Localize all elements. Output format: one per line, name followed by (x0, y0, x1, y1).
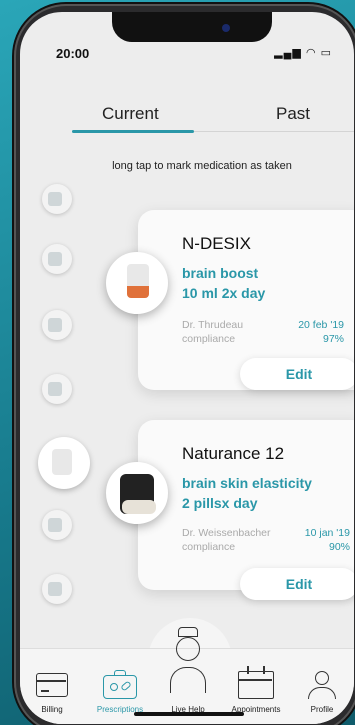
rail-thumbnail[interactable] (42, 184, 72, 214)
rail-thumbnail-selected[interactable] (38, 437, 90, 489)
tab-divider (194, 131, 354, 132)
nav-label: Billing (41, 705, 63, 714)
prescription-date: 20 feb '19 (298, 319, 344, 331)
rail-thumbnail[interactable] (42, 510, 72, 540)
nav-prescriptions[interactable]: Prescriptions (86, 649, 152, 719)
calendar-icon (238, 666, 274, 699)
instruction-text: long tap to mark medication as taken (112, 160, 292, 172)
edit-button[interactable]: Edit (240, 568, 354, 600)
user-icon (308, 671, 336, 701)
pill-icon (48, 318, 62, 332)
camera-icon (222, 24, 230, 32)
prescription-date: 10 jan '19 (304, 527, 350, 539)
bottle-icon (52, 449, 72, 475)
rail-thumbnail[interactable] (42, 574, 72, 604)
pills-icon (122, 500, 156, 514)
pill-icon (48, 582, 62, 596)
first-aid-kit-icon (103, 670, 137, 699)
doctor-name: Dr. Weissenbacher (182, 527, 271, 539)
pill-icon (48, 382, 62, 396)
nav-label: Profile (310, 705, 334, 714)
pill-icon (48, 252, 62, 266)
doctor-name: Dr. Thrudeau (182, 319, 244, 331)
compliance-label: compliance (182, 333, 236, 345)
tab-past[interactable]: Past (276, 104, 310, 124)
nurse-icon (170, 627, 208, 703)
credit-card-icon (36, 673, 68, 697)
tab-active-indicator (72, 130, 194, 133)
status-time: 20:00 (56, 46, 90, 61)
medication-name: Naturance 12 (182, 444, 285, 463)
nav-live-help[interactable]: Live Help (152, 621, 224, 719)
compliance-value: 97% (322, 333, 344, 345)
nav-profile[interactable]: Profile (290, 649, 354, 719)
pill-icon (48, 192, 62, 206)
medication-purpose: brain boost (182, 265, 259, 281)
status-icons: ▂▄▆ ◠ ▭ (274, 47, 332, 59)
nav-appointments[interactable]: Appointments (224, 649, 290, 719)
medication-photo (106, 252, 168, 314)
medication-dosage: 10 ml 2x day (182, 285, 266, 301)
rail-thumbnail[interactable] (42, 374, 72, 404)
jar-icon (120, 474, 156, 514)
rail-thumbnail[interactable] (42, 244, 72, 274)
tab-current[interactable]: Current (102, 104, 159, 124)
medication-photo (106, 462, 168, 524)
rail-thumbnail[interactable] (42, 310, 72, 340)
nav-billing[interactable]: Billing (20, 649, 86, 719)
medication-name: N-DESIX (182, 234, 251, 253)
bottle-icon (127, 264, 149, 298)
notch (112, 12, 272, 42)
medication-dosage: 2 pillsx day (182, 495, 258, 511)
pill-icon (48, 518, 62, 532)
home-indicator[interactable] (134, 712, 244, 716)
app-screen: 20:00 ▂▄▆ ◠ ▭ Current Past long tap to m… (20, 12, 354, 724)
medication-card[interactable]: N-DESIX brain boost 10 ml 2x day Dr. Thr… (138, 210, 354, 390)
medication-purpose: brain skin elasticity (182, 475, 312, 491)
medication-card[interactable]: Naturance 12 brain skin elasticity 2 pil… (138, 420, 354, 600)
compliance-label: compliance (182, 541, 236, 553)
edit-button[interactable]: Edit (240, 358, 354, 390)
compliance-value: 90% (328, 541, 350, 553)
